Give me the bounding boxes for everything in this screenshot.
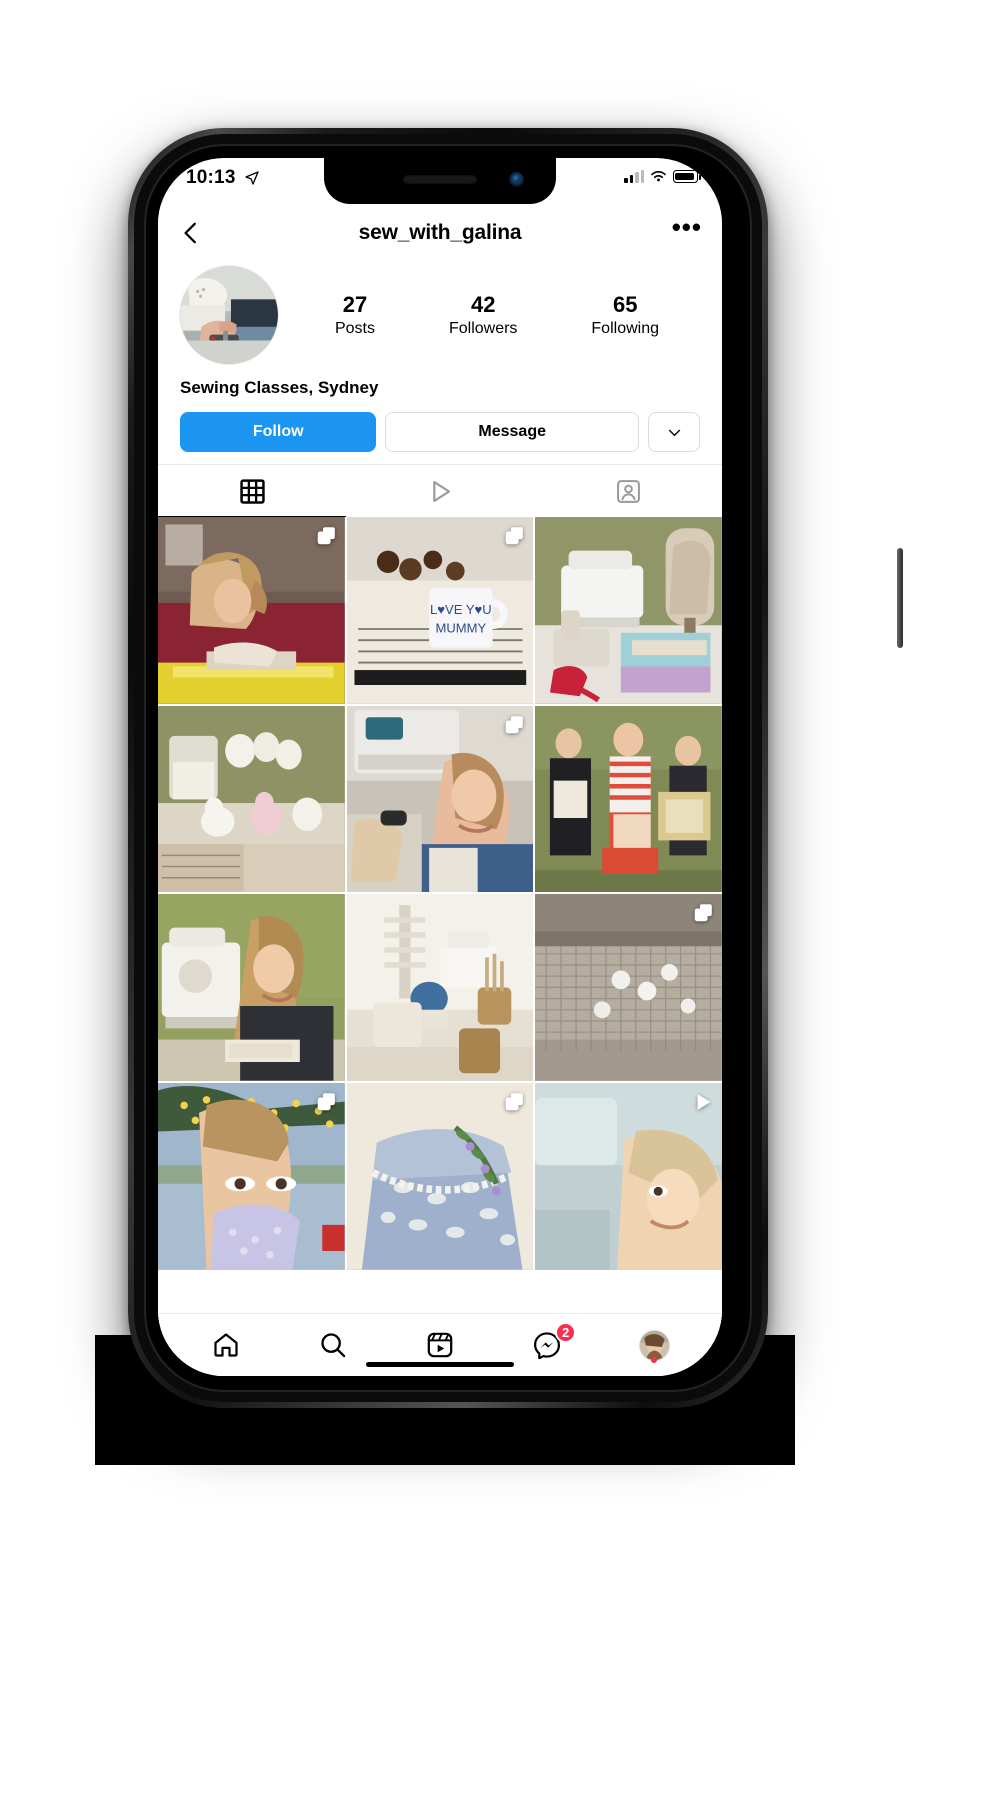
grid-post[interactable]: [346, 705, 534, 893]
posts-label: Posts: [334, 320, 375, 338]
more-options-icon[interactable]: •••: [672, 214, 702, 244]
post-thumbnail: [346, 894, 534, 1082]
svg-text:MUMMY: MUMMY: [435, 621, 486, 636]
reels-icon: [427, 1332, 453, 1358]
post-thumbnail: [535, 894, 722, 1082]
posts-count: 27: [342, 291, 368, 317]
page-title: sew_with_galina: [358, 221, 522, 244]
phone-device-frame: 10:13 sew_with_galina ••• 27 Posts 42 Fo…: [128, 128, 903, 1408]
post-thumbnail: [535, 705, 722, 893]
message-badge: 2: [555, 1322, 577, 1343]
nav-home[interactable]: [199, 1323, 253, 1367]
earpiece-speaker: [403, 175, 477, 184]
wifi-icon: [651, 171, 666, 182]
svg-text:L♥VE Y♥U: L♥VE Y♥U: [430, 602, 492, 617]
back-chevron-icon[interactable]: [178, 220, 204, 246]
grid-post[interactable]: [346, 1083, 534, 1270]
grid-post[interactable]: [535, 894, 722, 1082]
battery-full-icon: [673, 170, 701, 183]
carousel-icon: [506, 527, 524, 545]
stat-following[interactable]: 65 Following: [591, 292, 659, 338]
post-thumbnail: [346, 705, 534, 893]
home-icon: [213, 1333, 238, 1357]
profile-avatar-icon: [639, 1330, 669, 1360]
grid-post[interactable]: [535, 1083, 722, 1270]
profile-bio: Sewing Classes, Sydney: [180, 378, 379, 397]
chevron-down-icon: [668, 429, 680, 436]
grid-post[interactable]: [158, 705, 345, 893]
grid-post[interactable]: [535, 517, 722, 704]
tab-tagged[interactable]: [534, 465, 722, 517]
post-thumbnail: [158, 705, 345, 893]
video-play-icon: [697, 1094, 711, 1110]
stat-followers[interactable]: 42 Followers: [449, 292, 517, 338]
carousel-icon: [317, 527, 335, 545]
instagram-profile-screen: sew_with_galina ••• 27 Posts 42 Follower…: [158, 204, 722, 1376]
post-thumbnail: L♥VE Y♥U MUMMY: [346, 517, 534, 704]
post-thumbnail: [346, 1083, 534, 1270]
nav-messages[interactable]: 2: [520, 1322, 577, 1367]
play-triangle-icon: [432, 480, 450, 502]
status-indicators: [624, 170, 701, 183]
carousel-icon: [506, 715, 524, 733]
profile-stats: 27 Posts 42 Followers 65 Following: [278, 292, 700, 338]
home-indicator[interactable]: [366, 1362, 514, 1367]
avatar-image: [180, 266, 278, 364]
message-button[interactable]: Message: [385, 412, 639, 452]
stat-posts[interactable]: 27 Posts: [335, 292, 375, 338]
profile-activity-dot: [651, 1357, 658, 1363]
carousel-icon: [506, 1093, 524, 1111]
carousel-icon: [317, 1093, 335, 1111]
nav-avatar-image: [639, 1330, 669, 1360]
power-button[interactable]: [897, 548, 903, 648]
more-actions-button[interactable]: [648, 412, 700, 452]
profile-tabs: [158, 464, 722, 517]
nav-reels[interactable]: [413, 1323, 467, 1367]
following-count: 65: [612, 291, 638, 317]
profile-action-buttons: Follow Message: [158, 398, 722, 464]
grid-post[interactable]: [158, 894, 345, 1082]
search-icon: [321, 1333, 346, 1358]
profile-header-bar: sew_with_galina •••: [158, 204, 722, 262]
followers-count: 42: [470, 291, 496, 317]
cellular-signal-icon: [624, 170, 644, 183]
post-thumbnail: [158, 894, 345, 1081]
avatar[interactable]: [180, 266, 278, 364]
following-label: Following: [591, 320, 659, 338]
status-time: 10:13: [186, 167, 236, 188]
display-notch: [324, 158, 556, 204]
nav-profile[interactable]: [627, 1323, 681, 1367]
location-arrow-icon: [245, 171, 259, 185]
nav-search[interactable]: [306, 1323, 360, 1367]
tagged-person-icon: [616, 479, 640, 503]
posts-grid: L♥VE Y♥U MUMMY: [158, 517, 722, 1313]
front-camera: [509, 172, 524, 187]
tab-grid[interactable]: [158, 465, 346, 517]
phone-screen: 10:13 sew_with_galina ••• 27 Posts 42 Fo…: [158, 158, 722, 1376]
grid-post[interactable]: [158, 517, 345, 704]
post-thumbnail: [535, 517, 722, 704]
grid-post[interactable]: [535, 705, 722, 893]
profile-summary-row: 27 Posts 42 Followers 65 Following: [158, 262, 722, 364]
grid-post[interactable]: L♥VE Y♥U MUMMY: [346, 517, 534, 704]
tab-reels[interactable]: [346, 465, 534, 517]
carousel-icon: [694, 904, 712, 922]
grid-post[interactable]: [346, 894, 534, 1082]
grid-post[interactable]: [158, 1083, 345, 1270]
grid-icon: [239, 478, 265, 504]
followers-label: Followers: [448, 320, 518, 338]
follow-button[interactable]: Follow: [180, 412, 377, 452]
